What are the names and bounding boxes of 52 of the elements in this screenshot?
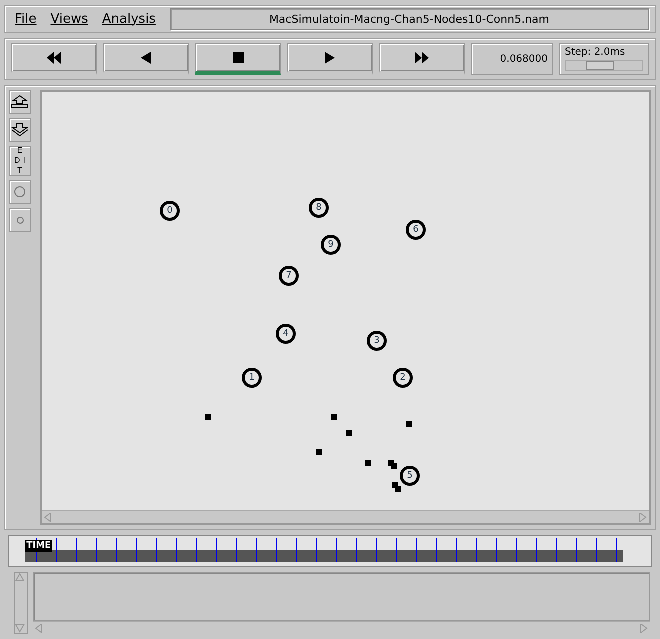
network-node: 6 xyxy=(406,220,426,240)
network-node: 9 xyxy=(321,235,341,255)
packet-marker xyxy=(365,460,371,466)
stop-icon xyxy=(232,52,244,63)
step-back-icon xyxy=(139,52,153,64)
fast-forward-icon xyxy=(415,52,429,64)
zoom-out-button[interactable] xyxy=(9,118,31,142)
menu-item[interactable]: Views xyxy=(50,12,88,26)
vertical-scrollbar[interactable] xyxy=(14,572,28,634)
packet-marker xyxy=(205,414,211,420)
scroll-down-icon xyxy=(15,624,25,633)
step-back-button[interactable] xyxy=(103,43,189,75)
step-slider[interactable] xyxy=(565,60,643,71)
rewind-icon xyxy=(47,52,61,64)
scroll-right-icon xyxy=(640,624,648,632)
network-node: 2 xyxy=(393,368,413,388)
file-name-field: MacSimulatoin-Macng-Chan5-Nodes10-Conn5.nam xyxy=(170,8,649,30)
network-node: 4 xyxy=(276,324,296,344)
scroll-left-icon xyxy=(35,624,43,632)
circle-icon xyxy=(16,216,24,224)
play-button[interactable] xyxy=(287,43,373,75)
scroll-right-icon xyxy=(639,512,647,522)
circle-icon xyxy=(14,186,26,198)
network-node: 0 xyxy=(160,201,180,221)
zoom-in-button[interactable] xyxy=(9,90,31,114)
horizontal-scrollbar[interactable] xyxy=(42,510,649,523)
small-circle-button[interactable] xyxy=(9,208,31,232)
slider-thumb[interactable] xyxy=(586,61,614,70)
menu-item[interactable]: File xyxy=(15,12,37,26)
packet-marker xyxy=(346,430,352,436)
timeline-slider[interactable]: TIME xyxy=(8,535,652,567)
play-icon xyxy=(323,52,337,64)
arrow-up-tray-icon xyxy=(11,95,29,109)
network-node: 3 xyxy=(367,331,387,351)
packet-marker xyxy=(316,449,322,455)
time-display: 0.068000 xyxy=(471,43,553,75)
network-node: 8 xyxy=(309,198,329,218)
menu-item[interactable]: Analysis xyxy=(102,12,156,26)
stop-button[interactable] xyxy=(195,43,281,75)
scroll-left-icon xyxy=(44,512,52,522)
arrow-down-tray-icon xyxy=(11,123,29,137)
rewind-button[interactable] xyxy=(11,43,97,75)
large-circle-button[interactable] xyxy=(9,180,31,204)
timeline-thumb[interactable]: TIME xyxy=(26,540,52,552)
step-label: Step: 2.0ms xyxy=(565,47,626,58)
network-node: 1 xyxy=(242,368,262,388)
scroll-up-icon xyxy=(15,573,25,582)
network-node: 7 xyxy=(279,266,299,286)
packet-marker xyxy=(406,421,412,427)
packet-marker xyxy=(331,414,337,420)
edit-button[interactable]: EDIT xyxy=(9,146,31,176)
fast-forward-button[interactable] xyxy=(379,43,465,75)
